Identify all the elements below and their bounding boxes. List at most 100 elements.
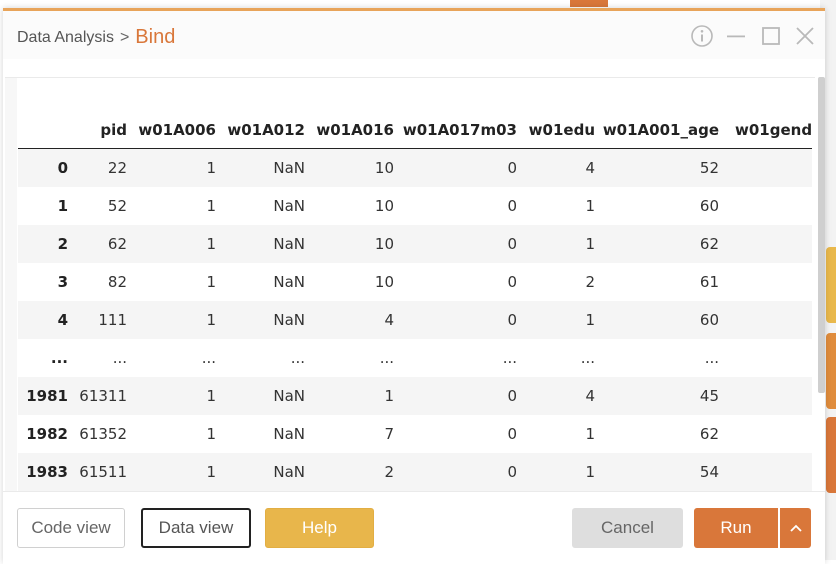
column-header: w01A001_age xyxy=(595,112,719,149)
dialog-titlebar[interactable]: Data Analysis > Bind xyxy=(3,11,825,59)
table-cell: ... xyxy=(580,349,595,367)
table-cell: 61511 xyxy=(79,463,127,481)
table-cell: ... xyxy=(290,349,305,367)
table-cell: 52 xyxy=(107,197,127,215)
table-cell: 10 xyxy=(374,273,394,291)
column-header: w01A012 xyxy=(216,112,305,149)
table-cell xyxy=(719,453,812,491)
table-row: 1982 61352 1 NaN 7 0 1 62 xyxy=(18,415,812,453)
table-row: 1981 61311 1 NaN 1 0 4 45 xyxy=(18,377,813,415)
maximize-icon[interactable] xyxy=(758,23,784,49)
row-index: 1981 xyxy=(26,387,68,405)
chevron-up-icon xyxy=(789,524,802,532)
table-cell: 0 xyxy=(507,425,517,443)
table-cell: 45 xyxy=(699,387,719,405)
table-cell: 10 xyxy=(374,197,394,215)
table-cell: ... xyxy=(704,349,719,367)
background-app-strip xyxy=(0,0,836,8)
table-cell: 1 xyxy=(585,235,595,253)
table-cell: 1 xyxy=(206,387,216,405)
background-side-tab[interactable] xyxy=(826,247,836,323)
table-cell: 1 xyxy=(206,159,216,177)
table-cell: 0 xyxy=(507,387,517,405)
table-cell xyxy=(719,377,812,415)
table-row: 4 111 1 NaN 4 0 1 60 xyxy=(18,301,813,339)
dialog-footer: Code view Data view Help Cancel Run xyxy=(3,491,825,564)
table-cell: 4 xyxy=(585,159,595,177)
table-cell: 0 xyxy=(507,273,517,291)
row-index: 2 xyxy=(57,235,68,253)
row-index: 3 xyxy=(57,273,68,291)
table-cell xyxy=(719,263,812,301)
table-cell xyxy=(719,415,812,453)
run-button[interactable]: Run xyxy=(694,508,778,548)
table-cell: 0 xyxy=(507,311,517,329)
table-cell: 62 xyxy=(699,425,719,443)
table-row: 3 82 1 NaN 10 0 2 61 xyxy=(18,263,812,301)
table-cell: 1 xyxy=(206,197,216,215)
table-row: 2 62 1 NaN 10 0 1 62 xyxy=(18,225,813,263)
table-cell: NaN xyxy=(273,159,305,177)
table-cell: 4 xyxy=(585,387,595,405)
table-cell: 7 xyxy=(384,425,394,443)
table-header-row: pid w01A006 w01A012 w01A016 w01A017m03 w… xyxy=(18,112,813,149)
table-cell: 1 xyxy=(206,273,216,291)
table-cell: 1 xyxy=(585,197,595,215)
help-button[interactable]: Help xyxy=(265,508,374,548)
table-cell xyxy=(719,225,812,263)
table-cell xyxy=(719,301,812,339)
row-index: 1982 xyxy=(26,425,68,443)
table-row: 0 22 1 NaN 10 0 4 52 xyxy=(18,148,813,188)
table-cell: 22 xyxy=(107,159,127,177)
table-cell: 2 xyxy=(384,463,394,481)
table-cell: ... xyxy=(201,349,216,367)
cancel-button[interactable]: Cancel xyxy=(572,508,683,548)
table-cell: 60 xyxy=(699,311,719,329)
column-header: w01edu xyxy=(517,112,595,149)
table-cell: 60 xyxy=(699,197,719,215)
table-cell: 1 xyxy=(585,425,595,443)
table-cell: NaN xyxy=(273,463,305,481)
row-index: 1 xyxy=(57,197,68,215)
table-cell: 1 xyxy=(206,463,216,481)
table-cell: 1 xyxy=(585,311,595,329)
table-cell: NaN xyxy=(273,387,305,405)
table-cell: 1 xyxy=(206,235,216,253)
table-cell: 1 xyxy=(585,463,595,481)
table-cell: NaN xyxy=(273,197,305,215)
table-cell: NaN xyxy=(273,311,305,329)
close-icon[interactable] xyxy=(792,23,818,49)
table-cell: NaN xyxy=(273,425,305,443)
column-header: pid xyxy=(68,112,127,149)
table-cell: NaN xyxy=(273,235,305,253)
table-cell: 4 xyxy=(384,311,394,329)
data-preview[interactable]: pid w01A006 w01A012 w01A016 w01A017m03 w… xyxy=(5,77,815,492)
table-cell xyxy=(719,149,812,188)
table-cell: 1 xyxy=(206,425,216,443)
preview-gutter xyxy=(5,78,17,492)
info-icon[interactable] xyxy=(689,23,715,49)
data-view-button[interactable]: Data view xyxy=(141,508,251,548)
breadcrumb-current: Bind xyxy=(135,26,176,48)
background-side-tab[interactable] xyxy=(826,333,836,409)
table-cell: 0 xyxy=(507,197,517,215)
column-header: w01gend xyxy=(719,112,813,149)
vertical-scrollbar[interactable] xyxy=(818,77,825,393)
bind-dialog: Data Analysis > Bind pid w01A006 w01A012 w… xyxy=(3,8,825,564)
table-cell: 0 xyxy=(507,463,517,481)
breadcrumb-parent: Data Analysis xyxy=(17,29,114,46)
table-cell: 61352 xyxy=(79,425,127,443)
table-row: 1 52 1 NaN 10 0 1 60 xyxy=(18,187,812,225)
table-cell: 61 xyxy=(699,273,719,291)
table-cell: NaN xyxy=(273,273,305,291)
table-row: 1983 61511 1 NaN 2 0 1 54 xyxy=(18,453,813,491)
table-row: ... ... ... ... ... ... ... ... xyxy=(18,339,812,377)
run-options-button[interactable] xyxy=(780,508,811,548)
minimize-icon[interactable] xyxy=(723,23,749,49)
background-side-tab[interactable] xyxy=(826,417,836,493)
column-header: w01A006 xyxy=(127,112,216,149)
column-header: w01A017m03 xyxy=(394,112,517,149)
code-view-button[interactable]: Code view xyxy=(17,508,125,548)
table-cell: 0 xyxy=(507,235,517,253)
table-cell: 111 xyxy=(98,311,127,329)
